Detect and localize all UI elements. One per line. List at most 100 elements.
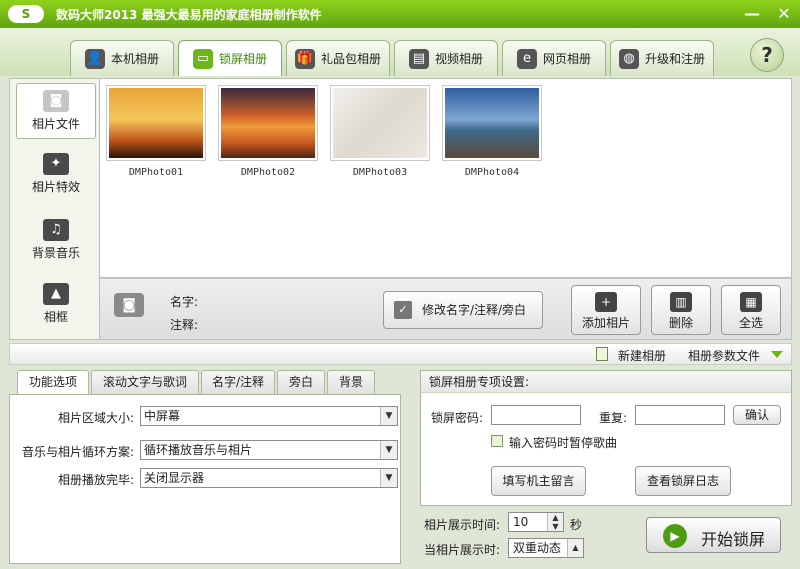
chevron-down-icon: ▼ [380, 441, 397, 459]
leave-message-button[interactable]: 填写机主留言 [491, 466, 586, 496]
photo-grid: DMPhoto01 DMPhoto02 DMPhoto03 DMPhoto04 [100, 78, 792, 278]
album-params-link[interactable]: 相册参数文件 [688, 347, 760, 364]
area-size-label: 相片区域大小: [57, 411, 134, 425]
repeat-password-label: 重复: [599, 411, 628, 425]
tab-label: 升级和注册 [644, 52, 705, 66]
playback-end-value: 关闭显示器 [144, 471, 205, 485]
tab-upgrade-register[interactable]: ◍ 升级和注册 [610, 40, 714, 76]
spinner-arrows-icon[interactable]: ▲ ▼ [547, 513, 563, 531]
start-lockscreen-button[interactable]: ▶ 开始锁屏 [646, 517, 781, 553]
sidebar-item-background-music[interactable]: ♫ 背景音乐 [16, 213, 96, 269]
app-title: 数码大师2013 最强大最易用的家庭相册制作软件 [56, 8, 322, 22]
sidebar-item-frame[interactable]: ▲ 相框 [16, 277, 96, 333]
sidebar-item-label: 背景音乐 [31, 246, 80, 260]
display-time-spinner[interactable]: 10 ▲ ▼ [508, 512, 564, 532]
main-tab-bar: 👤 本机相册 ▭ 锁屏相册 🎁 礼品包相册 ▤ 视频相册 e 网页相册 ◍ 升级… [0, 28, 800, 76]
tab-web-album[interactable]: e 网页相册 [502, 40, 606, 76]
display-time-label: 相片展示时间: [424, 518, 501, 532]
lockscreen-settings-panel: 锁屏相册专项设置: 锁屏密码: 重复: 确认 输入密码时暂停歌曲 填写机主留言 … [420, 370, 792, 506]
tab-function-options[interactable]: 功能选项 [17, 370, 89, 395]
display-time-value: 10 [513, 515, 529, 529]
tab-local-album[interactable]: 👤 本机相册 [70, 40, 174, 76]
photo-thumbnail[interactable] [106, 85, 206, 161]
edit-button-label: 修改名字/注释/旁白 [421, 303, 527, 317]
app-logo-icon: S [8, 5, 44, 23]
photo-caption: DMPhoto02 [240, 167, 296, 178]
sidebar-item-label: 相片特效 [31, 180, 80, 194]
tab-lockscreen-album[interactable]: ▭ 锁屏相册 [178, 40, 282, 76]
tab-gift-album[interactable]: 🎁 礼品包相册 [286, 40, 390, 76]
pause-music-label: 输入密码时暂停歌曲 [509, 436, 618, 450]
photo-caption: DMPhoto01 [128, 167, 184, 178]
when-displayed-label: 当相片展示时: [424, 543, 501, 557]
playback-end-label: 相册播放完毕: [57, 473, 134, 487]
area-size-value: 中屏幕 [144, 409, 181, 423]
photo-thumbnail[interactable] [442, 85, 542, 161]
document-icon [596, 347, 608, 361]
lock-password-label: 锁屏密码: [431, 411, 484, 425]
confirm-button[interactable]: 确认 [733, 405, 781, 425]
sidebar-item-photo-effects[interactable]: ✦ 相片特效 [16, 147, 96, 203]
lockscreen-settings-header: 锁屏相册专项设置: [421, 371, 791, 393]
checkbox-edit-icon: ✓ [394, 301, 412, 319]
chevron-up-icon: ▲ [567, 539, 583, 557]
dropdown-arrow-icon[interactable] [771, 351, 783, 358]
photo-thumbnail[interactable] [330, 85, 430, 161]
photo-caption: DMPhoto03 [352, 167, 408, 178]
lock-password-input[interactable] [491, 405, 581, 425]
grid-select-icon: ▦ [740, 292, 762, 312]
area-size-select[interactable]: 中屏幕 ▼ [140, 406, 398, 426]
start-lockscreen-label: 开始锁屏 [701, 530, 766, 549]
photo-thumbnail[interactable] [218, 85, 318, 161]
loop-plan-label: 音乐与相片循环方案: [21, 445, 134, 459]
new-album-link[interactable]: 新建相册 [618, 347, 666, 364]
when-displayed-select[interactable]: 双重动态 ▲ [508, 538, 584, 558]
add-photo-icon: + [595, 292, 617, 312]
tab-narration[interactable]: 旁白 [277, 370, 325, 394]
photo-info-bar: ◙ 名字: 注释: ✓ 修改名字/注释/旁白 + 添加相片 ▥ 删除 ▦ 全选 [100, 278, 792, 340]
tab-scroll-text-lyrics[interactable]: 滚动文字与歌词 [91, 370, 199, 394]
album-toolbar: 新建相册 相册参数文件 [9, 343, 792, 365]
photo-caption: DMPhoto04 [464, 167, 520, 178]
play-icon: ▶ [663, 524, 687, 548]
person-photo-icon: 👤 [84, 48, 105, 69]
tab-label: 锁屏相册 [218, 52, 267, 66]
sidebar-item-photo-files[interactable]: ◙ 相片文件 [16, 83, 96, 139]
add-photo-button[interactable]: + 添加相片 [571, 285, 641, 335]
view-lock-log-button[interactable]: 查看锁屏日志 [635, 466, 731, 496]
tab-video-album[interactable]: ▤ 视频相册 [394, 40, 498, 76]
close-button[interactable]: ✕ [772, 3, 796, 25]
tab-label: 视频相册 [434, 52, 483, 66]
loop-plan-select[interactable]: 循环播放音乐与相片 ▼ [140, 440, 398, 460]
time-unit-label: 秒 [570, 518, 583, 532]
delete-button[interactable]: ▥ 删除 [651, 285, 711, 335]
repeat-password-input[interactable] [635, 405, 725, 425]
globe-icon: ◍ [618, 48, 639, 69]
effects-icon: ✦ [43, 153, 69, 175]
trash-icon: ▥ [670, 292, 692, 312]
select-all-button[interactable]: ▦ 全选 [721, 285, 781, 335]
when-displayed-value: 双重动态 [513, 541, 562, 555]
film-icon: ▤ [408, 48, 429, 69]
title-bar: S 数码大师2013 最强大最易用的家庭相册制作软件 — ✕ [0, 0, 800, 28]
minimize-button[interactable]: — [740, 3, 764, 25]
gift-icon: 🎁 [294, 48, 315, 69]
function-options-panel: 相片区域大小: 中屏幕 ▼ 音乐与相片循环方案: 循环播放音乐与相片 ▼ 相册播… [9, 394, 401, 564]
help-button[interactable]: ? [750, 38, 784, 72]
delete-label: 删除 [668, 316, 693, 330]
sidebar-item-label: 相框 [43, 310, 68, 324]
tab-background[interactable]: 背景 [327, 370, 375, 394]
select-all-label: 全选 [738, 316, 763, 330]
tab-label: 礼品包相册 [320, 52, 381, 66]
note-label: 注释: [170, 318, 199, 332]
chevron-down-icon: ▼ [380, 469, 397, 487]
edit-name-note-button[interactable]: ✓ 修改名字/注释/旁白 [383, 291, 543, 329]
playback-end-select[interactable]: 关闭显示器 ▼ [140, 468, 398, 488]
name-label: 名字: [170, 295, 199, 309]
options-panel: 功能选项 滚动文字与歌词 名字/注释 旁白 背景 相片区域大小: 中屏幕 ▼ 音… [9, 370, 401, 564]
camera-icon: ◙ [43, 90, 69, 112]
tab-name-note[interactable]: 名字/注释 [201, 370, 275, 394]
pause-music-checkbox[interactable] [491, 435, 503, 447]
monitor-icon: ▭ [192, 48, 213, 69]
sidebar: ◙ 相片文件 ✦ 相片特效 ♫ 背景音乐 ▲ 相框 [9, 78, 100, 340]
